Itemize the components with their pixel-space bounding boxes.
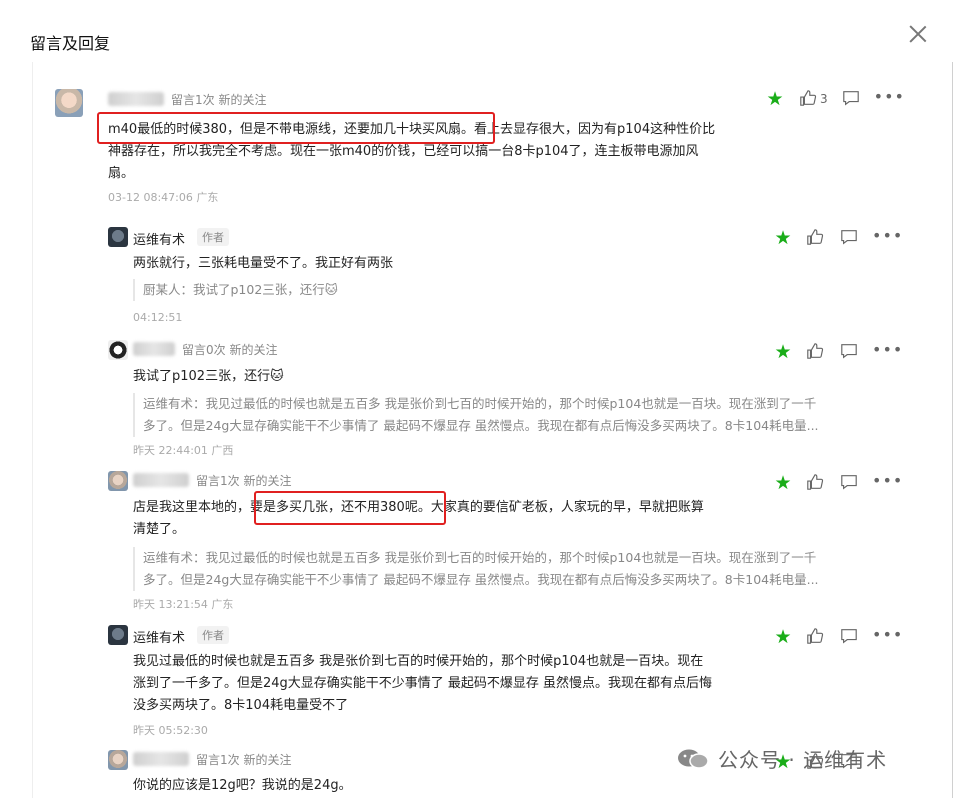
dialog-title: 留言及回复 [30, 34, 111, 53]
comment-actions: ★ ••• [772, 228, 902, 249]
quoted-reply-line: 运维有术：我见过最低的时候也就是五百多 我是张价到七百的时候开始的，那个时候p1… [143, 396, 817, 411]
panel-left-border [32, 62, 33, 798]
user-name-blurred[interactable] [133, 473, 189, 487]
comment-text-line: 我见过最低的时候也就是五百多 我是张价到七百的时候开始的，那个时候p104也就是… [133, 654, 704, 669]
quoted-reply-text: 厨某人：我试了p102三张，还行 [143, 282, 325, 297]
avatar[interactable] [55, 89, 83, 117]
comment-time: 昨天 05:52:30 [133, 724, 208, 737]
comment-time: 昨天 22:44:01 广西 [133, 444, 234, 457]
comment-time: 04:12:51 [133, 311, 183, 324]
wechat-logo-icon [678, 749, 709, 769]
user-name-blurred[interactable] [133, 752, 189, 766]
more-icon[interactable]: ••• [872, 627, 902, 647]
comment-text-body: 我试了p102三张，还行 [133, 369, 271, 384]
star-icon[interactable]: ★ [772, 627, 794, 647]
user-meta: 留言1次 新的关注 [171, 93, 267, 107]
comment-text: 店是我这里本地的，要是多买几张，还不用380呢。大家真的要信矿老板，人家玩的早，… [133, 497, 773, 541]
quoted-reply-line: 运维有术：我见过最低的时候也就是五百多 我是张价到七百的时候开始的，那个时候p1… [143, 550, 817, 565]
avatar[interactable] [108, 750, 128, 770]
comment-text-line: 神器存在，所以我完全不考虑。现在一张m40的价钱，已经可以搞一台8卡p104了，… [108, 144, 699, 159]
more-icon[interactable]: ••• [872, 342, 902, 362]
quoted-reply: 运维有术：我见过最低的时候也就是五百多 我是张价到七百的时候开始的，那个时候p1… [133, 547, 903, 591]
author-name[interactable]: 运维有术 [133, 627, 185, 646]
reply-icon[interactable] [840, 473, 860, 493]
star-icon[interactable]: ★ [772, 473, 794, 493]
reply-icon[interactable] [840, 627, 860, 647]
watermark-text: 公众号 · 运维有术 [718, 748, 888, 772]
quoted-reply: 厨某人：我试了p102三张，还行🐱 [133, 279, 338, 301]
comment-actions: ★ ••• [772, 473, 902, 494]
quoted-reply: 运维有术：我见过最低的时候也就是五百多 我是张价到七百的时候开始的，那个时候p1… [133, 393, 903, 437]
cat-emoji-icon: 🐱 [324, 282, 338, 297]
avatar[interactable] [108, 471, 128, 491]
user-name-blurred[interactable] [133, 342, 175, 356]
comment-text-line: 涨到了一千多了。但是24g大显存确实能干不少事情了 最起码不爆显存 虽然慢点。我… [133, 676, 713, 691]
thumbs-up-icon[interactable] [799, 89, 819, 109]
comment-text-line: 店是我这里本地的，要是多买几张，还不用380呢。大家真的要信矿老板，人家玩的早，… [133, 500, 704, 515]
thumbs-up-icon[interactable] [806, 228, 826, 248]
author-tag: 作者 [197, 228, 229, 246]
comment-time: 昨天 13:21:54 广东 [133, 598, 234, 611]
avatar[interactable] [108, 340, 128, 360]
watermark: 公众号 · 运维有术 [676, 744, 887, 773]
user-meta: 留言0次 新的关注 [182, 343, 278, 357]
thumbs-up-icon[interactable] [806, 342, 826, 362]
comment-text: 我试了p102三张，还行🐱 [133, 366, 284, 388]
reply-icon[interactable] [840, 342, 860, 362]
avatar[interactable] [108, 625, 128, 645]
quoted-reply-line: 多了。但是24g大显存确实能干不少事情了 最起码不爆显存 虽然慢点。我现在都有点… [143, 418, 819, 433]
comment-time: 03-12 08:47:06 广东 [108, 191, 219, 204]
comment-actions: ★ 3 ••• [764, 89, 904, 110]
like-count: 3 [820, 92, 828, 106]
comment-text: 你说的应该是12g吧？我说的是24g。 [133, 778, 352, 793]
thumbs-up-icon[interactable] [806, 473, 826, 493]
highlight-box [254, 491, 446, 525]
avatar[interactable] [108, 227, 128, 247]
comment-text-line: 清楚了。 [133, 522, 186, 537]
comment-text: 两张就行，三张耗电量受不了。我正好有两张 [133, 256, 394, 271]
user-meta: 留言1次 新的关注 [196, 753, 292, 767]
star-icon[interactable]: ★ [764, 89, 786, 109]
more-icon[interactable]: ••• [872, 228, 902, 248]
comment-text-line: 没多买两块了。8卡104耗电量受不了 [133, 698, 349, 713]
more-icon[interactable]: ••• [872, 473, 902, 493]
panel-scrollbar-track[interactable] [952, 62, 953, 798]
user-meta: 留言1次 新的关注 [196, 474, 292, 488]
more-icon[interactable]: ••• [874, 89, 904, 109]
user-name-blurred[interactable] [108, 92, 164, 106]
reply-icon[interactable] [842, 89, 862, 109]
author-tag: 作者 [197, 626, 229, 644]
comment-actions: ★ ••• [772, 342, 902, 363]
close-icon[interactable] [906, 22, 930, 46]
star-icon[interactable]: ★ [772, 228, 794, 248]
reply-icon[interactable] [840, 228, 860, 248]
comment-text-line: 扇。 [108, 166, 135, 181]
thumbs-up-icon[interactable] [806, 627, 826, 647]
star-icon[interactable]: ★ [772, 342, 794, 362]
quoted-reply-line: 多了。但是24g大显存确实能干不少事情了 最起码不爆显存 虽然慢点。我现在都有点… [143, 572, 819, 587]
comment-actions: ★ ••• [772, 627, 902, 648]
comment-text: 我见过最低的时候也就是五百多 我是张价到七百的时候开始的，那个时候p104也就是… [133, 651, 773, 717]
author-name[interactable]: 运维有术 [133, 229, 185, 248]
highlight-box [97, 112, 495, 144]
cat-emoji-icon: 🐱 [270, 369, 284, 384]
